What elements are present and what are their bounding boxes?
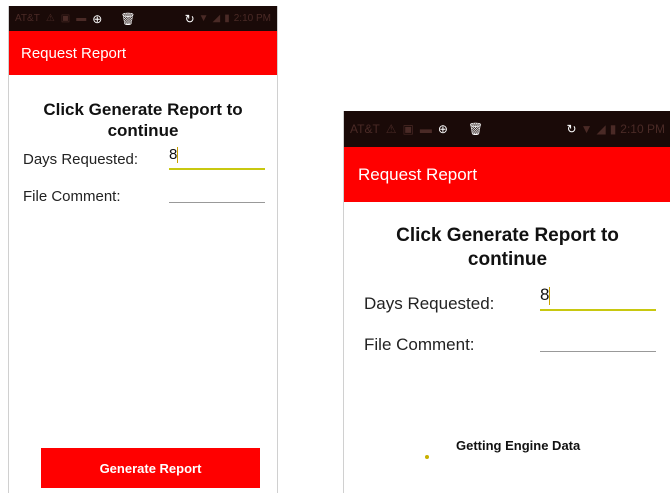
warning-icon: ⚠ xyxy=(45,13,55,24)
days-requested-row: Days Requested: xyxy=(364,294,494,314)
file-comment-label: File Comment: xyxy=(364,335,475,354)
image-icon: ▣ xyxy=(60,13,71,24)
status-bar: AT&T ⚠ ▣ ▬ ⊕ 🗑 ↻ ▼ ◢ ▮ 2:10 PM xyxy=(344,111,670,147)
file-comment-row: File Comment: xyxy=(364,335,475,355)
phone-screen-left: AT&T ⚠ ▣ ▬ ⊕ 🗑 ↻ ▼ ◢ ▮ 2:10 PM Request R… xyxy=(8,6,278,493)
battery-icon: ▮ xyxy=(609,122,617,136)
instruction-heading: Click Generate Report to continue xyxy=(43,100,243,140)
instruction-heading: Click Generate Report to continue xyxy=(396,225,619,270)
zoom-icon: ⊕ xyxy=(437,122,448,136)
carrier-label: AT&T xyxy=(15,13,40,24)
generate-report-button[interactable]: Generate Report xyxy=(41,448,260,488)
zoom-icon: ⊕ xyxy=(92,11,103,26)
phone-screen-right: AT&T ⚠ ▣ ▬ ⊕ 🗑 ↻ ▼ ◢ ▮ 2:10 PM Request R… xyxy=(343,111,670,493)
days-requested-row: Days Requested: xyxy=(23,151,138,168)
clock-label: 2:10 PM xyxy=(233,13,271,24)
app-bar: Request Report xyxy=(9,31,277,75)
days-requested-label: Days Requested: xyxy=(23,151,139,168)
days-requested-value: 8 xyxy=(169,146,178,163)
message-icon: ▬ xyxy=(419,122,432,136)
sync-icon: ↻ xyxy=(566,122,577,136)
days-requested-label: Days Requested: xyxy=(364,294,495,313)
app-title: Request Report xyxy=(21,44,127,62)
app-title: Request Report xyxy=(358,164,478,184)
warning-icon: ⚠ xyxy=(385,122,397,136)
text-caret xyxy=(549,286,551,305)
status-bar: AT&T ⚠ ▣ ▬ ⊕ 🗑 ↻ ▼ ◢ ▮ 2:10 PM xyxy=(9,6,277,31)
image-icon: ▣ xyxy=(402,122,414,136)
file-comment-label: File Comment: xyxy=(23,188,121,205)
wifi-icon: ▼ xyxy=(580,122,593,136)
days-requested-input[interactable]: 8 xyxy=(540,285,656,311)
file-comment-input[interactable] xyxy=(540,329,656,352)
battery-icon: ▮ xyxy=(224,13,230,24)
carrier-label: AT&T xyxy=(350,122,380,136)
app-bar: Request Report xyxy=(344,147,670,202)
file-comment-row: File Comment: xyxy=(23,188,121,205)
message-icon: ▬ xyxy=(76,13,87,24)
days-requested-value: 8 xyxy=(540,285,550,304)
signal-icon: ◢ xyxy=(596,122,606,136)
progress-spinner xyxy=(425,455,429,459)
trash-icon: 🗑 xyxy=(120,11,136,26)
clock-label: 2:10 PM xyxy=(620,122,665,136)
sync-icon: ↻ xyxy=(184,11,195,26)
days-requested-input[interactable]: 8 xyxy=(169,146,265,170)
progress-message: Getting Engine Data xyxy=(456,438,581,453)
text-caret xyxy=(177,147,179,164)
wifi-icon: ▼ xyxy=(198,13,209,24)
trash-icon: 🗑 xyxy=(467,122,484,136)
file-comment-input[interactable] xyxy=(169,182,265,203)
signal-icon: ◢ xyxy=(212,13,221,24)
